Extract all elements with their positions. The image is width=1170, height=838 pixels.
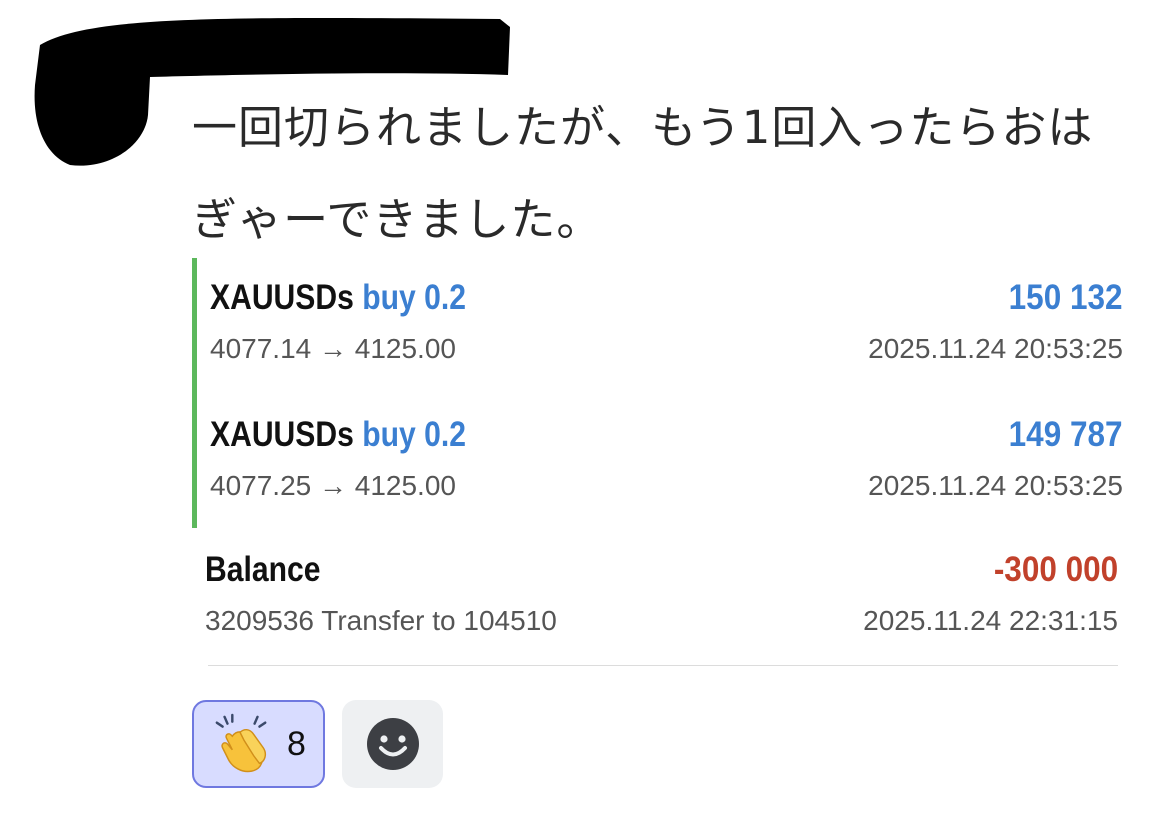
add-reaction-button[interactable] — [342, 700, 443, 788]
divider — [208, 665, 1118, 666]
trade-profit: 150 132 — [1009, 278, 1123, 317]
balance-row[interactable]: Balance -300 000 3209536 Transfer to 104… — [192, 550, 1118, 650]
clap-reaction-button[interactable]: 8 — [192, 700, 325, 788]
trade-side: buy 0.2 — [362, 415, 466, 454]
balance-comment: 3209536 Transfer to 104510 — [205, 605, 557, 636]
trade-group: XAUUSDs buy 0.2 150 132 4077.14 → 4125.0… — [192, 258, 1123, 528]
balance-time: 2025.11.24 22:31:15 — [863, 605, 1118, 636]
trade-time: 2025.11.24 20:53:25 — [868, 333, 1123, 364]
balance-amount: -300 000 — [993, 550, 1118, 589]
message-line-1: 一回切られましたが、もう1回入ったらおは — [192, 101, 1094, 154]
trade-prices: 4077.14 → 4125.00 — [210, 333, 456, 364]
trade-time: 2025.11.24 20:53:25 — [868, 470, 1123, 501]
clap-count: 8 — [287, 724, 306, 763]
trade-profit: 149 787 — [1009, 415, 1123, 454]
trade-side: buy 0.2 — [362, 278, 466, 317]
message-line-2: ぎゃーできました。 — [192, 193, 603, 246]
trade-symbol: XAUUSDs buy 0.2 — [210, 415, 466, 454]
balance-label: Balance — [205, 550, 321, 589]
trade-symbol: XAUUSDs buy 0.2 — [210, 278, 466, 317]
smiley-add-reaction-icon — [366, 718, 419, 770]
trade-prices: 4077.25 → 4125.00 — [210, 470, 456, 501]
chat-message-text: 一回切られましたが、もう1回入ったらおは ぎゃーできました。 — [192, 82, 1142, 266]
clapping-hands-icon — [215, 713, 267, 773]
